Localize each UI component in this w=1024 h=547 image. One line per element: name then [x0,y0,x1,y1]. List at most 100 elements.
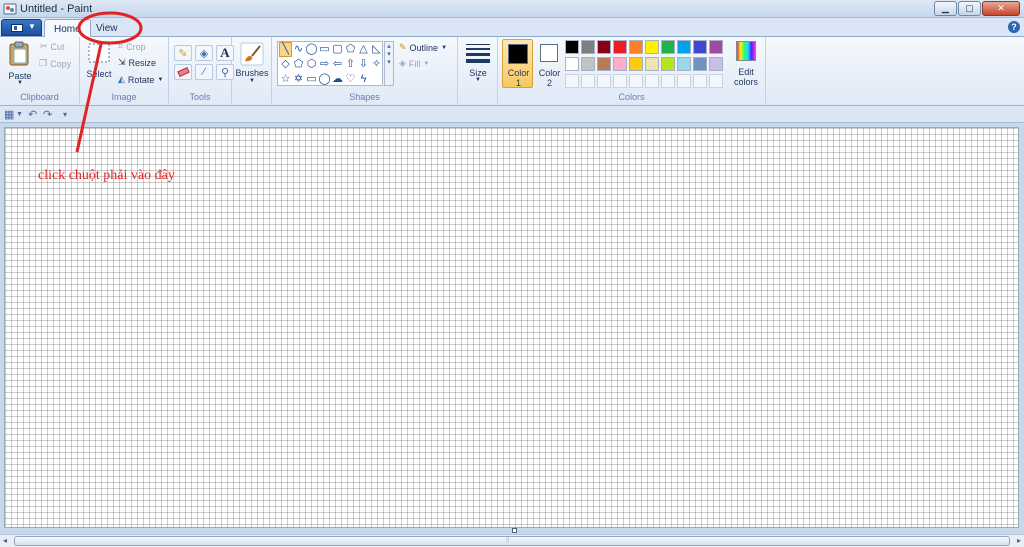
horizontal-scrollbar[interactable]: ◂ ⦙⦙ ▸ [0,534,1024,547]
palette-swatch[interactable] [693,57,707,71]
colors-group: Color 1 Color 2 Edit colors Colors [498,37,766,104]
color1-button[interactable]: Color 1 [502,39,533,88]
palette-swatch[interactable] [613,74,627,88]
save-icon[interactable]: ▦ [4,108,14,121]
scroll-right-icon[interactable]: ▸ [1017,536,1021,545]
oval-shape[interactable]: ◯ [305,42,318,57]
palette-swatch[interactable] [709,74,723,88]
cut-button[interactable]: ✂ Cut [40,41,65,52]
palette-swatch[interactable] [709,57,723,71]
minimize-button[interactable]: ▁ [934,1,957,16]
palette-swatch[interactable] [645,40,659,54]
copy-button[interactable]: ❐ Copy [39,58,71,69]
down-arrow-shape[interactable]: ⇩ [357,57,370,72]
palette-swatch[interactable] [565,74,579,88]
five-point-star-shape[interactable]: ☆ [279,72,292,87]
resize-button[interactable]: ⇲ Resize [118,57,156,68]
chevron-down-icon: ▼ [441,44,448,51]
palette-swatch[interactable] [597,40,611,54]
fill-tool[interactable]: ◈ [195,45,213,61]
crop-button[interactable]: ⌗ Crop [118,41,146,52]
palette-swatch[interactable] [677,40,691,54]
right-arrow-shape[interactable]: ⇨ [318,57,331,72]
crop-icon: ⌗ [118,41,124,51]
chevron-down-icon[interactable]: ▼ [16,111,23,118]
palette-swatch[interactable] [629,40,643,54]
triangle-shape[interactable]: △ [357,42,370,57]
hexagon-shape[interactable]: ⬡ [305,57,318,72]
curve-shape[interactable]: ∿ [292,42,305,57]
rectangle-shape[interactable]: ▭ [318,42,331,57]
redo-icon[interactable]: ↷ [43,108,52,121]
rotate-button[interactable]: ◭ Rotate ▼ [118,74,163,85]
scroll-left-icon[interactable]: ◂ [3,536,7,545]
pentagon-shape[interactable]: ⬠ [292,57,305,72]
left-arrow-shape[interactable]: ⇦ [331,57,344,72]
palette-swatch[interactable] [597,74,611,88]
palette-swatch[interactable] [661,57,675,71]
palette-swatch[interactable] [693,74,707,88]
fill-button[interactable]: ◈ Fill ▼ [399,58,429,69]
colors-group-label: Colors [618,92,645,102]
paint-app-icon[interactable] [3,2,17,15]
palette-swatch[interactable] [677,57,691,71]
paste-button[interactable]: Paste ▼ [5,40,35,86]
tab-home[interactable]: Home [44,19,91,38]
up-arrow-shape[interactable]: ⇧ [344,57,357,72]
undo-icon[interactable]: ↶ [28,108,37,121]
polygon-shape[interactable]: ⬠ [344,42,357,57]
pencil-tool[interactable]: ✎ [174,45,192,61]
drawing-canvas[interactable] [4,127,1019,528]
customize-qat-icon[interactable]: ▾ [63,110,67,119]
maximize-button[interactable]: ▢ [958,1,981,16]
paint-menu-button[interactable]: ▼ [1,19,42,36]
canvas-resize-handle[interactable] [512,528,517,533]
select-button[interactable]: Select [84,41,114,85]
palette-swatch[interactable] [581,74,595,88]
palette-swatch[interactable] [613,40,627,54]
palette-swatch[interactable] [661,74,675,88]
palette-swatch[interactable] [677,74,691,88]
right-triangle-shape[interactable]: ◺ [370,42,383,57]
edit-colors-button[interactable]: Edit colors [731,40,761,88]
outline-button[interactable]: ✎ Outline ▼ [399,42,447,53]
lightning-shape[interactable]: ϟ [357,72,370,87]
palette-swatch[interactable] [645,74,659,88]
palette-swatch[interactable] [581,57,595,71]
palette-swatch[interactable] [613,57,627,71]
palette-swatch[interactable] [597,57,611,71]
color2-button[interactable]: Color 2 [535,39,562,88]
palette-swatch[interactable] [629,57,643,71]
eraser-tool[interactable] [174,64,192,80]
palette-swatch[interactable] [709,40,723,54]
heart-shape[interactable]: ♡ [344,72,357,87]
palette-swatch[interactable] [629,74,643,88]
brushes-button[interactable]: Brushes ▼ [235,41,269,87]
eraser-icon [176,66,190,78]
callout-rect-shape[interactable]: ▭ [305,72,318,87]
color-palette [565,40,723,88]
palette-swatch[interactable] [565,40,579,54]
more-shape[interactable] [370,72,383,87]
diamond-shape[interactable]: ◇ [279,57,292,72]
four-point-star-shape[interactable]: ✧ [370,57,383,72]
palette-swatch[interactable] [693,40,707,54]
line-shape[interactable]: ╲ [279,42,292,57]
palette-swatch[interactable] [645,57,659,71]
callout-oval-shape[interactable]: ◯ [318,72,331,87]
palette-swatch[interactable] [565,57,579,71]
close-button[interactable]: ✕ [982,1,1020,16]
size-button[interactable]: Size ▼ [462,41,494,87]
scrollbar-thumb[interactable] [14,536,1010,546]
color-picker-tool[interactable]: ⁄ [195,64,213,80]
six-point-star-shape[interactable]: ✡ [292,72,305,87]
tab-view[interactable]: View [87,19,127,38]
callout-cloud-shape[interactable]: ☁ [331,72,344,87]
menu-icon [11,24,23,32]
palette-swatch[interactable] [661,40,675,54]
help-icon[interactable]: ? [1008,21,1020,33]
shapes-scroll[interactable]: ▴ ▾ ▾ [384,41,394,86]
copy-icon: ❐ [39,58,48,68]
rounded-rectangle-shape[interactable]: ▢ [331,42,344,57]
palette-swatch[interactable] [581,40,595,54]
